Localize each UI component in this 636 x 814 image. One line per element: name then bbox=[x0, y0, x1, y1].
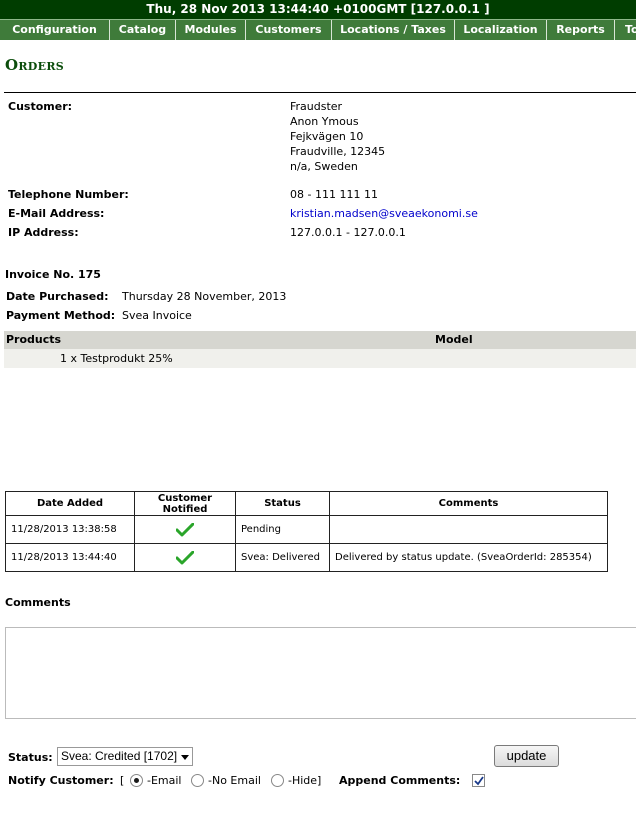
checkmark-icon bbox=[474, 776, 484, 786]
status-selected-value: Svea: Credited [1702] bbox=[61, 749, 178, 763]
radio-email-label: -Email bbox=[147, 774, 182, 787]
radio-hide[interactable] bbox=[271, 774, 284, 787]
history-status: Svea: Delivered bbox=[235, 543, 330, 572]
customer-street: Fejkvägen 10 bbox=[290, 130, 364, 143]
invoice-number: Invoice No. 175 bbox=[5, 268, 101, 281]
radio-hide-label: -Hide] bbox=[288, 774, 322, 787]
ip-label: IP Address: bbox=[8, 226, 79, 239]
status-history-table: Date Added Customer Notified Status Comm… bbox=[5, 491, 608, 572]
radio-no-email-label: -No Email bbox=[208, 774, 261, 787]
customer-line2: Anon Ymous bbox=[290, 115, 359, 128]
status-label: Status: bbox=[8, 751, 53, 764]
divider bbox=[4, 92, 636, 93]
products-col-header: Products bbox=[6, 333, 62, 346]
product-row: 1 x Testprodukt 25% bbox=[4, 349, 636, 368]
model-col-header: Model bbox=[435, 333, 473, 346]
date-purchased-value: Thursday 28 November, 2013 bbox=[122, 290, 287, 303]
history-status: Pending bbox=[235, 515, 330, 544]
col-status: Status bbox=[235, 491, 330, 516]
col-comments: Comments bbox=[329, 491, 608, 516]
check-icon bbox=[176, 550, 194, 564]
date-purchased-label: Date Purchased: bbox=[6, 290, 109, 303]
ip-value: 127.0.0.1 - 127.0.0.1 bbox=[290, 226, 406, 239]
header-datetime: Thu, 28 Nov 2013 13:44:40 +0100GMT [127.… bbox=[0, 0, 636, 19]
email-label: E-Mail Address: bbox=[8, 207, 105, 220]
nav-catalog[interactable]: Catalog bbox=[110, 20, 176, 40]
payment-method-label: Payment Method: bbox=[6, 309, 116, 322]
col-date-added: Date Added bbox=[5, 491, 135, 516]
email-link[interactable]: kristian.madsen@sveaekonomi.se bbox=[290, 207, 478, 220]
nav-reports[interactable]: Reports bbox=[547, 20, 615, 40]
main-navigation: Configuration Catalog Modules Customers … bbox=[0, 19, 636, 40]
customer-city: Fraudville, 12345 bbox=[290, 145, 386, 158]
check-icon bbox=[176, 522, 194, 536]
customer-label: Customer: bbox=[8, 100, 73, 113]
status-select[interactable]: Svea: Credited [1702] bbox=[57, 747, 193, 766]
comments-textarea[interactable] bbox=[5, 627, 636, 719]
append-comments-label: Append Comments: bbox=[339, 774, 461, 787]
comments-label: Comments bbox=[5, 596, 71, 609]
history-comment: Delivered by status update. (SveaOrderId… bbox=[329, 543, 608, 572]
nav-modules[interactable]: Modules bbox=[176, 20, 246, 40]
products-header: Products Model bbox=[4, 331, 636, 349]
customer-region: n/a, Sweden bbox=[290, 160, 358, 173]
table-row: 11/28/2013 13:44:40 Svea: Delivered Deli… bbox=[5, 543, 608, 572]
phone-value: 08 - 111 111 11 bbox=[290, 188, 378, 201]
col-customer-notified: Customer Notified bbox=[134, 491, 236, 516]
bracket-open: [ bbox=[120, 774, 125, 787]
update-button[interactable]: update bbox=[494, 745, 559, 767]
nav-customers[interactable]: Customers bbox=[246, 20, 332, 40]
nav-localization[interactable]: Localization bbox=[455, 20, 547, 40]
nav-locations-taxes[interactable]: Locations / Taxes bbox=[332, 20, 455, 40]
customer-name: Fraudster bbox=[290, 100, 343, 113]
product-item: 1 x Testprodukt 25% bbox=[60, 352, 173, 365]
phone-label: Telephone Number: bbox=[8, 188, 129, 201]
radio-no-email[interactable] bbox=[191, 774, 204, 787]
table-header-row: Date Added Customer Notified Status Comm… bbox=[5, 491, 608, 516]
table-row: 11/28/2013 13:38:58 Pending bbox=[5, 515, 608, 544]
page-title: Orders bbox=[5, 56, 65, 74]
radio-email[interactable] bbox=[130, 774, 143, 787]
append-comments-checkbox[interactable] bbox=[472, 774, 485, 787]
notify-customer-label: Notify Customer: bbox=[8, 774, 114, 787]
chevron-down-icon bbox=[181, 755, 189, 760]
history-date: 11/28/2013 13:38:58 bbox=[5, 515, 135, 544]
nav-configuration[interactable]: Configuration bbox=[0, 20, 110, 40]
payment-method-value: Svea Invoice bbox=[122, 309, 192, 322]
nav-tools[interactable]: To bbox=[615, 20, 636, 40]
history-comment bbox=[329, 515, 608, 544]
history-date: 11/28/2013 13:44:40 bbox=[5, 543, 135, 572]
